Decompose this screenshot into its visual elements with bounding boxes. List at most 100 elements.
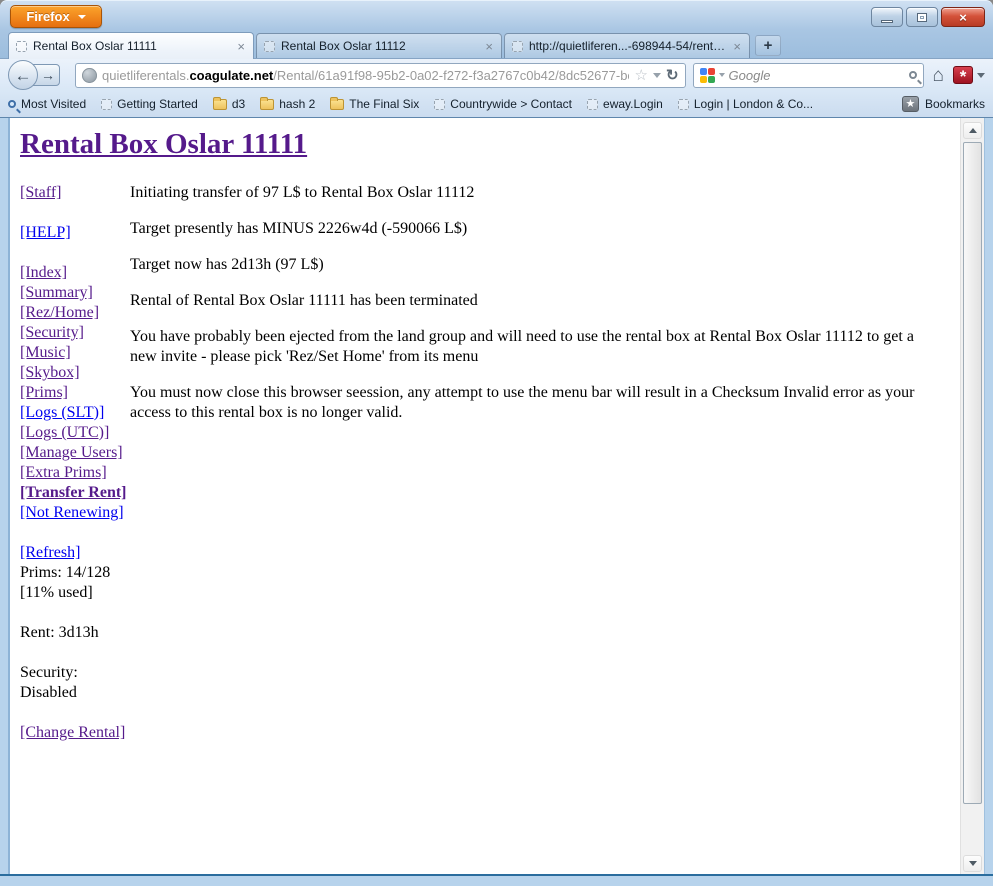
tab-label: Rental Box Oslar 11111 bbox=[33, 39, 230, 53]
maximize-button[interactable] bbox=[906, 7, 938, 27]
sidebar-link[interactable]: [Staff] bbox=[20, 183, 61, 203]
bookmarks-menu-button[interactable]: ★ Bookmarks bbox=[902, 96, 985, 112]
bookmark-label: Countrywide > Contact bbox=[450, 97, 572, 111]
close-icon: × bbox=[959, 10, 967, 25]
search-bar[interactable] bbox=[693, 63, 924, 88]
scrollbar-thumb[interactable] bbox=[963, 142, 982, 804]
sidebar: [Staff][HELP][Index][Summary][Rez/Home][… bbox=[20, 183, 130, 763]
tab-close-icon[interactable]: × bbox=[732, 40, 742, 53]
message: Initiating transfer of 97 L$ to Rental B… bbox=[130, 183, 942, 203]
sidebar-link[interactable]: [Refresh] bbox=[20, 543, 80, 563]
message: Target now has 2d13h (97 L$) bbox=[130, 255, 942, 275]
bookmark-label: The Final Six bbox=[349, 97, 419, 111]
page-title[interactable]: Rental Box Oslar 11111 bbox=[20, 128, 307, 161]
bookmark-label: Most Visited bbox=[21, 97, 86, 111]
bookmark-item[interactable]: Countrywide > Contact bbox=[434, 97, 572, 111]
tab[interactable]: Rental Box Oslar 11112× bbox=[256, 33, 502, 58]
sidebar-link[interactable]: [Security] bbox=[20, 323, 84, 343]
sidebar-link[interactable]: [Extra Prims] bbox=[20, 463, 107, 483]
reload-button[interactable]: ↻ bbox=[666, 68, 679, 83]
message: You have probably been ejected from the … bbox=[130, 327, 942, 367]
sidebar-link[interactable]: [Skybox] bbox=[20, 363, 80, 383]
home-button[interactable]: ⌂ bbox=[931, 66, 946, 85]
tab[interactable]: Rental Box Oslar 11111 × bbox=[8, 32, 254, 59]
sidebar-link[interactable]: [Not Renewing] bbox=[20, 503, 124, 523]
firefox-menu-button[interactable]: Firefox bbox=[10, 5, 102, 28]
bookmark-item[interactable]: Login | London & Co... bbox=[678, 97, 813, 111]
sidebar-link[interactable]: [Manage Users] bbox=[20, 443, 123, 463]
site-identity-globe-icon[interactable] bbox=[82, 68, 97, 83]
tab-favicon-placeholder-icon bbox=[264, 41, 275, 52]
lastpass-dropdown-icon[interactable] bbox=[977, 73, 985, 78]
bookmark-item[interactable]: Most Visited bbox=[8, 97, 86, 111]
scroll-down-icon bbox=[969, 861, 977, 866]
sidebar-group: [Index][Summary][Rez/Home][Security][Mus… bbox=[20, 263, 130, 523]
tab-close-icon[interactable]: × bbox=[236, 40, 246, 53]
lastpass-extension-button[interactable]: * bbox=[953, 66, 985, 84]
search-input[interactable] bbox=[729, 68, 905, 83]
vertical-scrollbar[interactable] bbox=[960, 118, 984, 874]
minimize-button[interactable] bbox=[871, 7, 903, 27]
bookmark-label: hash 2 bbox=[279, 97, 315, 111]
window-right-border bbox=[984, 118, 993, 874]
window-controls: × bbox=[871, 7, 985, 27]
new-tab-button[interactable]: + bbox=[755, 35, 781, 56]
page-placeholder-icon bbox=[434, 99, 445, 110]
search-icon[interactable] bbox=[909, 71, 917, 79]
bookmark-item[interactable]: The Final Six bbox=[330, 97, 419, 111]
forward-icon: → bbox=[41, 68, 55, 82]
sidebar-link[interactable]: [Change Rental] bbox=[20, 723, 125, 743]
sidebar-link[interactable]: [HELP] bbox=[20, 223, 71, 243]
bookmarks-toolbar: Most Visited Getting Started d3 hash 2 The F… bbox=[0, 91, 993, 118]
history-buttons: ← → bbox=[8, 60, 68, 90]
bookmark-item[interactable]: Getting Started bbox=[101, 97, 198, 111]
sidebar-link[interactable]: [Rez/Home] bbox=[20, 303, 99, 323]
page-placeholder-icon bbox=[101, 99, 112, 110]
sidebar-text: Disabled bbox=[20, 683, 130, 703]
tab-favicon-placeholder-icon bbox=[16, 41, 27, 52]
sidebar-link[interactable]: [Transfer Rent] bbox=[20, 483, 127, 503]
folder-icon bbox=[213, 99, 227, 110]
sidebar-link[interactable]: [Music] bbox=[20, 343, 71, 363]
bookmarks-menu-label: Bookmarks bbox=[925, 97, 985, 111]
sidebar-link[interactable]: [Logs (SLT)] bbox=[20, 403, 104, 423]
tab-close-icon[interactable]: × bbox=[484, 40, 494, 53]
bookmark-item[interactable]: d3 bbox=[213, 97, 245, 111]
window-bottom-border bbox=[0, 874, 993, 886]
url-bar[interactable]: quietliferentals.coagulate.net/Rental/61… bbox=[75, 63, 686, 88]
page-placeholder-icon bbox=[678, 99, 689, 110]
message: You must now close this browser seession… bbox=[130, 383, 942, 423]
message: Rental of Rental Box Oslar 11111 has bee… bbox=[130, 291, 942, 311]
bookmarks-star-icon: ★ bbox=[902, 96, 919, 112]
sidebar-link[interactable]: [Index] bbox=[20, 263, 67, 283]
sidebar-group: Security:Disabled bbox=[20, 663, 130, 703]
bookmark-star-icon[interactable]: ☆ bbox=[634, 68, 647, 83]
page-body: [Staff][HELP][Index][Summary][Rez/Home][… bbox=[20, 183, 954, 763]
google-logo-icon[interactable] bbox=[700, 68, 715, 83]
sidebar-link[interactable]: [Logs (UTC)] bbox=[20, 423, 109, 443]
most-visited-icon bbox=[8, 100, 16, 108]
sidebar-group: [HELP] bbox=[20, 223, 130, 243]
navigation-toolbar: ← → quietliferentals.coagulate.net/Renta… bbox=[0, 58, 993, 91]
scroll-up-button[interactable] bbox=[963, 122, 982, 139]
bookmark-item[interactable]: hash 2 bbox=[260, 97, 315, 111]
close-button[interactable]: × bbox=[941, 7, 985, 27]
tab[interactable]: http://quietliferen...-698944-54/rentals… bbox=[504, 33, 750, 58]
tab-favicon-placeholder-icon bbox=[512, 41, 523, 52]
search-engine-dropdown-icon[interactable] bbox=[719, 73, 725, 77]
sidebar-group: Rent: 3d13h bbox=[20, 623, 130, 643]
bookmark-item[interactable]: eway.Login bbox=[587, 97, 663, 111]
back-button[interactable]: ← bbox=[8, 60, 38, 90]
url-text[interactable]: quietliferentals.coagulate.net/Rental/61… bbox=[102, 68, 629, 83]
url-dropdown-icon[interactable] bbox=[653, 73, 661, 78]
sidebar-link[interactable]: [Summary] bbox=[20, 283, 93, 303]
minimize-icon bbox=[881, 20, 893, 23]
message: Target presently has MINUS 2226w4d (-590… bbox=[130, 219, 942, 239]
sidebar-link[interactable]: [Prims] bbox=[20, 383, 68, 403]
chevron-down-icon bbox=[78, 15, 86, 19]
page-placeholder-icon bbox=[587, 99, 598, 110]
folder-icon bbox=[260, 99, 274, 110]
scroll-down-button[interactable] bbox=[963, 855, 982, 872]
sidebar-group: [Change Rental] bbox=[20, 723, 130, 743]
message-list: Initiating transfer of 97 L$ to Rental B… bbox=[130, 183, 952, 763]
